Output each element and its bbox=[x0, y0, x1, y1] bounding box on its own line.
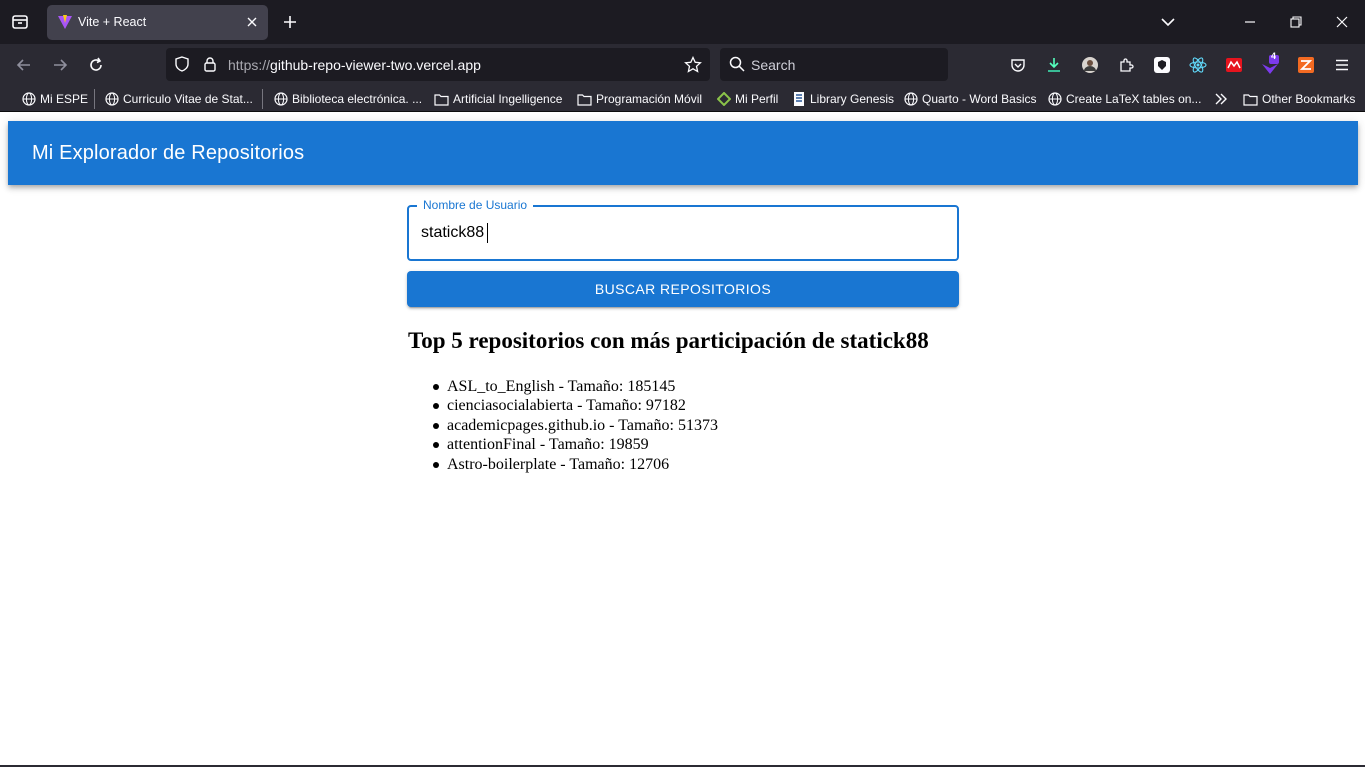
bookmark-separator bbox=[94, 89, 95, 109]
search-repos-button[interactable]: BUSCAR REPOSITORIOS bbox=[407, 271, 959, 307]
bookmarks-toolbar: Mi ESPE Curriculo Vitae de Stat... Bibli… bbox=[0, 86, 1365, 112]
search-icon bbox=[729, 56, 745, 72]
results-heading: Top 5 repositorios con más participación… bbox=[408, 328, 929, 353]
web-page: Mi Explorador de Repositorios Nombre de … bbox=[0, 113, 1365, 767]
navigation-toolbar: https://github-repo-viewer-two.vercel.ap… bbox=[0, 44, 1365, 86]
list-item: Astro-boilerplate - Tamaño: 12706 bbox=[433, 455, 718, 474]
text-caret bbox=[487, 223, 488, 243]
bookmark-folder[interactable]: Programación Móvil bbox=[577, 90, 702, 108]
back-arrow-icon[interactable] bbox=[12, 53, 36, 77]
bookmark-item[interactable]: Biblioteca electrónica. ... bbox=[274, 90, 422, 108]
bookmark-item[interactable]: Create LaTeX tables on... bbox=[1048, 90, 1201, 108]
tab-active[interactable]: Vite + React bbox=[47, 5, 268, 40]
pocket-icon[interactable] bbox=[1006, 53, 1030, 77]
minimize-icon[interactable] bbox=[1238, 10, 1262, 34]
list-item: cienciasocialabierta - Tamaño: 97182 bbox=[433, 396, 718, 415]
repo-list: ASL_to_English - Tamaño: 185145 ciencias… bbox=[433, 377, 718, 474]
username-input[interactable] bbox=[421, 224, 941, 242]
app-bar: Mi Explorador de Repositorios bbox=[8, 121, 1358, 185]
username-field[interactable]: Nombre de Usuario bbox=[407, 198, 959, 261]
folder-icon bbox=[434, 93, 449, 106]
diamond-icon bbox=[717, 92, 731, 106]
downloads-icon[interactable] bbox=[1042, 53, 1066, 77]
reload-icon[interactable] bbox=[84, 53, 108, 77]
folder-icon bbox=[577, 93, 592, 106]
profile-avatar-icon[interactable] bbox=[1078, 53, 1102, 77]
restore-icon[interactable] bbox=[1284, 10, 1308, 34]
globe-icon bbox=[904, 92, 918, 106]
chevron-down-icon[interactable] bbox=[1158, 12, 1178, 32]
search-bar[interactable]: Search bbox=[720, 48, 948, 81]
book-icon bbox=[794, 92, 804, 106]
vite-logo-icon bbox=[58, 15, 72, 29]
extension-badge: 4 bbox=[1271, 51, 1277, 61]
mendeley-icon[interactable] bbox=[1222, 53, 1246, 77]
bookmark-folder[interactable]: Artificial Ingelligence bbox=[434, 90, 562, 108]
other-bookmarks[interactable]: Other Bookmarks bbox=[1243, 90, 1355, 108]
bitwarden-icon[interactable] bbox=[1150, 53, 1174, 77]
close-window-icon[interactable] bbox=[1330, 10, 1354, 34]
bookmark-star-icon[interactable] bbox=[684, 56, 702, 74]
tab-title: Vite + React bbox=[78, 15, 147, 29]
close-tab-icon[interactable] bbox=[244, 14, 260, 30]
url-text[interactable]: https://github-repo-viewer-two.vercel.ap… bbox=[228, 57, 481, 73]
forward-arrow-icon[interactable] bbox=[48, 53, 72, 77]
bookmark-item[interactable]: Mi ESPE bbox=[22, 90, 88, 108]
new-tab-icon[interactable] bbox=[279, 11, 301, 33]
globe-icon bbox=[274, 92, 288, 106]
react-devtools-icon[interactable] bbox=[1186, 53, 1210, 77]
bookmark-item[interactable]: Mi Perfil bbox=[717, 90, 778, 108]
extension-badge-icon[interactable]: 4 bbox=[1258, 51, 1282, 77]
lock-icon[interactable] bbox=[202, 56, 218, 72]
folder-icon bbox=[1243, 93, 1258, 106]
bookmark-item[interactable]: Quarto - Word Basics bbox=[904, 90, 1036, 108]
bookmark-separator bbox=[262, 89, 263, 109]
bookmark-item[interactable]: Curriculo Vitae de Stat... bbox=[105, 90, 253, 108]
search-placeholder: Search bbox=[751, 57, 796, 73]
tab-bar: Vite + React bbox=[0, 0, 1365, 44]
app-title: Mi Explorador de Repositorios bbox=[32, 142, 305, 164]
username-label: Nombre de Usuario bbox=[417, 198, 534, 212]
bookmark-item[interactable]: Library Genesis bbox=[792, 90, 894, 108]
firefox-view-icon[interactable] bbox=[8, 10, 32, 34]
extensions-puzzle-icon[interactable] bbox=[1114, 53, 1138, 77]
globe-icon bbox=[1048, 92, 1062, 106]
globe-icon bbox=[105, 92, 119, 106]
zotero-icon[interactable] bbox=[1294, 53, 1318, 77]
chevron-double-right-icon[interactable] bbox=[1214, 90, 1232, 108]
menu-hamburger-icon[interactable] bbox=[1330, 53, 1354, 77]
list-item: academicpages.github.io - Tamaño: 51373 bbox=[433, 416, 718, 434]
shield-icon[interactable] bbox=[174, 56, 190, 72]
url-bar[interactable]: https://github-repo-viewer-two.vercel.ap… bbox=[166, 48, 710, 81]
list-item: attentionFinal - Tamaño: 19859 bbox=[433, 435, 718, 454]
list-item: ASL_to_English - Tamaño: 185145 bbox=[433, 377, 718, 396]
globe-icon bbox=[22, 92, 36, 106]
